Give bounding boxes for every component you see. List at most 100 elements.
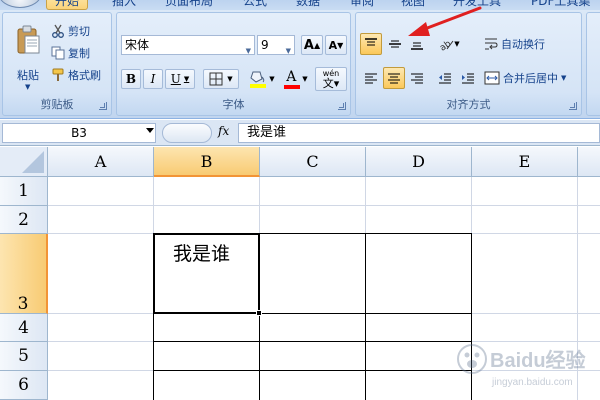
- cell-b4[interactable]: [153, 313, 260, 342]
- row-header-2[interactable]: 2: [0, 206, 48, 234]
- chevron-down-icon: ▼: [227, 75, 233, 83]
- cut-button[interactable]: 剪切: [51, 22, 90, 40]
- borders-button[interactable]: ▼: [203, 69, 239, 89]
- merge-cells-icon: [484, 71, 500, 85]
- wrap-text-label: 自动换行: [501, 38, 545, 51]
- cell-c6[interactable]: [259, 370, 366, 400]
- column-header-d[interactable]: D: [366, 147, 472, 177]
- decrease-indent-icon: [439, 73, 451, 84]
- font-color-swatch: [284, 85, 301, 89]
- align-middle-icon: [389, 40, 401, 48]
- italic-button[interactable]: I: [143, 69, 163, 89]
- grow-font-icon: ▲: [313, 40, 321, 50]
- increase-indent-button[interactable]: [457, 67, 479, 89]
- clipboard-group: 粘贴 ▼ 剪切 复制 格式刷 剪贴板: [2, 12, 112, 116]
- chevron-down-icon: ▼: [454, 40, 460, 48]
- borders-icon: [209, 72, 223, 86]
- tab-review[interactable]: 审阅: [350, 0, 374, 10]
- tab-formulas[interactable]: 公式: [243, 0, 267, 10]
- scissors-icon: [52, 24, 64, 38]
- tab-view[interactable]: 视图: [401, 0, 425, 10]
- name-box[interactable]: B3: [2, 123, 156, 143]
- bold-button[interactable]: B: [121, 69, 141, 89]
- column-header-e[interactable]: E: [472, 147, 578, 177]
- paste-button[interactable]: 粘贴 ▼: [9, 21, 47, 91]
- row-header-1[interactable]: 1: [0, 177, 48, 206]
- font-color-button[interactable]: A ▼: [281, 67, 311, 91]
- wrap-text-button[interactable]: 自动换行: [484, 36, 545, 52]
- shrink-font-label: A: [328, 38, 338, 52]
- select-all-button[interactable]: [0, 147, 48, 177]
- orientation-button[interactable]: ab ▼: [434, 33, 464, 55]
- cell-d3[interactable]: [365, 233, 472, 314]
- font-name-select[interactable]: 宋体 ▼: [121, 35, 255, 55]
- ribbon: 粘贴 ▼ 剪切 复制 格式刷 剪贴板 宋体 ▼ 9 ▼ A ▲ A ▼ B I …: [0, 10, 600, 119]
- row-header-6[interactable]: 6: [0, 371, 48, 400]
- tab-insert[interactable]: 插入: [112, 0, 136, 10]
- formula-bar-handle[interactable]: [162, 123, 212, 143]
- cell-b6[interactable]: [153, 370, 260, 400]
- row-header-4[interactable]: 4: [0, 314, 48, 342]
- phonetic-button[interactable]: wén 文▾: [315, 67, 347, 91]
- align-bottom-button[interactable]: [406, 33, 428, 55]
- cut-label: 剪切: [68, 25, 90, 38]
- cell-c3[interactable]: [259, 233, 366, 314]
- merge-center-button[interactable]: 合并后居中 ▼: [484, 70, 566, 86]
- alignment-group-title: 对齐方式: [446, 98, 491, 111]
- row-header-5[interactable]: 5: [0, 342, 48, 371]
- column-header-f-partial[interactable]: [578, 147, 600, 177]
- align-center-button[interactable]: [383, 67, 405, 89]
- tab-developer[interactable]: 开发工具: [453, 0, 501, 10]
- grow-font-label: A: [303, 37, 314, 53]
- clipboard-launcher-icon[interactable]: [99, 102, 107, 110]
- tab-page-layout[interactable]: 页面布局: [165, 0, 213, 10]
- fill-handle[interactable]: [256, 310, 262, 316]
- font-color-label: A: [286, 69, 297, 85]
- name-box-dropdown-icon[interactable]: [146, 128, 154, 133]
- cell-b5[interactable]: [153, 341, 260, 371]
- align-left-button[interactable]: [360, 67, 382, 89]
- align-left-icon: [365, 73, 377, 84]
- align-top-button[interactable]: [360, 33, 382, 55]
- office-button[interactable]: [0, 0, 42, 8]
- chevron-down-icon: ▼: [269, 75, 275, 83]
- align-middle-button[interactable]: [384, 33, 406, 55]
- svg-text:Baidu经验: Baidu经验: [490, 348, 586, 372]
- format-painter-button[interactable]: 格式刷: [51, 66, 101, 84]
- paste-dropdown-icon[interactable]: ▼: [25, 83, 30, 91]
- chevron-down-icon: ▼: [245, 47, 251, 55]
- select-all-icon: [22, 151, 44, 173]
- formula-input[interactable]: 我是谁: [238, 123, 600, 143]
- shrink-font-button[interactable]: A ▼: [325, 35, 347, 55]
- tab-data[interactable]: 数据: [296, 0, 320, 10]
- tab-home[interactable]: 开始: [46, 0, 89, 10]
- align-center-icon: [388, 73, 400, 84]
- fill-color-button[interactable]: ▼: [245, 67, 279, 91]
- row-header-3[interactable]: 3: [0, 234, 48, 314]
- font-size-select[interactable]: 9 ▼: [257, 35, 295, 55]
- cell-b3-value: 我是谁: [173, 243, 231, 265]
- copy-button[interactable]: 复制: [51, 44, 90, 62]
- column-header-c[interactable]: C: [260, 147, 366, 177]
- font-launcher-icon[interactable]: [338, 102, 346, 110]
- grow-font-button[interactable]: A ▲: [301, 35, 323, 55]
- column-header-a[interactable]: A: [48, 147, 154, 177]
- decrease-indent-button[interactable]: [434, 67, 456, 89]
- name-box-value: B3: [71, 126, 87, 140]
- alignment-launcher-icon[interactable]: [569, 102, 577, 110]
- tab-pdf-tools[interactable]: PDF工具集: [531, 0, 590, 10]
- column-header-b[interactable]: B: [154, 147, 260, 177]
- font-group-title: 字体: [222, 98, 245, 111]
- font-group: 宋体 ▼ 9 ▼ A ▲ A ▼ B I U ▼ ▼ ▼ A ▼ wén 文▾ …: [116, 12, 351, 116]
- align-right-button[interactable]: [406, 67, 428, 89]
- underline-button[interactable]: U ▼: [165, 69, 195, 89]
- align-right-icon: [411, 73, 423, 84]
- active-cell-b3[interactable]: 我是谁: [153, 233, 260, 314]
- cell-c5[interactable]: [259, 341, 366, 371]
- chevron-down-icon: ▼: [183, 75, 190, 83]
- chevron-down-icon: ▼: [302, 75, 308, 83]
- fx-area: fx: [160, 123, 236, 143]
- cell-c4[interactable]: [259, 313, 366, 342]
- formula-content: 我是谁: [247, 125, 287, 140]
- insert-function-button[interactable]: fx: [218, 124, 229, 138]
